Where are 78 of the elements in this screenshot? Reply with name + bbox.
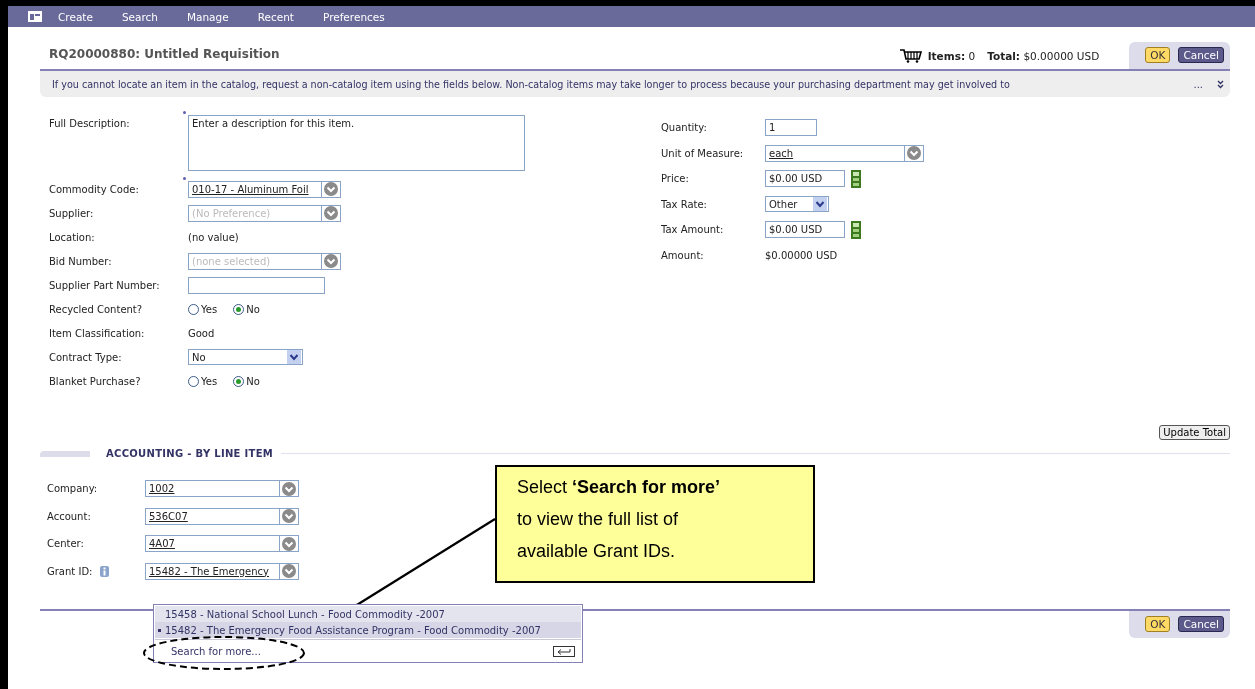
field-label: Blanket Purchase?: [49, 375, 142, 387]
dropdown-option[interactable]: 15458 - National School Lunch - Food Commodity -2007: [155, 606, 581, 622]
field-label: Tax Amount:: [661, 224, 725, 236]
radio-label: No: [246, 303, 260, 315]
requisition-title: RQ20000880: Untitled Requisition: [48, 47, 281, 63]
field-label: Tax Rate:: [661, 198, 708, 210]
dropdown-chevron-icon[interactable]: [904, 145, 923, 162]
price-field[interactable]: $0.00 USD: [765, 170, 845, 188]
radio-label: Yes: [201, 303, 218, 315]
combo-field[interactable]: 010-17 - Aluminum Foil: [188, 180, 341, 198]
dropdown-chevron-icon[interactable]: [279, 508, 298, 525]
enter-key-icon[interactable]: [553, 646, 575, 657]
field-value: Good: [188, 327, 215, 339]
dropdown-chevron-icon[interactable]: [321, 181, 340, 197]
field-label: Supplier Part Number:: [49, 279, 161, 291]
radio-button[interactable]: [188, 375, 199, 387]
calculator-icon[interactable]: [851, 169, 861, 188]
menu-item[interactable]: Recent: [257, 10, 294, 23]
field-label: Item Classification:: [49, 327, 146, 339]
field-label: Location:: [49, 231, 96, 243]
field-label: Full Description:: [49, 117, 131, 129]
price-field[interactable]: $0.00 USD: [765, 221, 845, 239]
field-label: Price:: [661, 173, 690, 185]
combo-field[interactable]: 1002: [145, 480, 299, 498]
field-value: $0.00000 USD: [765, 249, 838, 261]
select-field[interactable]: No: [188, 349, 303, 365]
combo-field[interactable]: 4A07: [145, 535, 299, 553]
text-field[interactable]: 1: [765, 119, 817, 137]
window-icon[interactable]: [28, 11, 42, 22]
dropdown-option[interactable]: 15482 - The Emergency Food Assistance Program - Food Commodity -2007: [155, 622, 581, 638]
section-heading: ACCOUNTING - BY LINE ITEM: [106, 448, 274, 459]
search-for-more-link[interactable]: Search for more...: [171, 646, 261, 657]
radio-label: No: [246, 375, 260, 387]
cart-icon[interactable]: [899, 49, 922, 63]
field-label: Company:: [47, 483, 98, 495]
menu-item[interactable]: Manage: [186, 10, 229, 23]
menu-item[interactable]: Search: [121, 10, 158, 23]
field-label: Recycled Content?: [49, 303, 144, 315]
field-label: Grant ID:: [47, 565, 93, 577]
select-field[interactable]: Other: [765, 196, 829, 213]
description-field[interactable]: Enter a description for this item.: [188, 115, 525, 171]
combo-field[interactable]: 536C07: [145, 507, 299, 525]
cancel-button[interactable]: Cancel: [1178, 616, 1224, 632]
dropdown-chevron-icon[interactable]: [321, 253, 340, 269]
dropdown-chevron-icon[interactable]: [279, 535, 298, 552]
calculator-icon[interactable]: [851, 220, 861, 239]
menu-item[interactable]: Preferences: [323, 10, 385, 23]
menu-item[interactable]: Create: [58, 10, 93, 23]
field-label: Contract Type:: [49, 351, 123, 363]
more-link[interactable]: ...: [1193, 78, 1203, 90]
items-count: Items: 0: [927, 50, 976, 62]
ok-button[interactable]: OK: [1145, 616, 1171, 632]
field-label: Account:: [47, 510, 91, 522]
radio-button[interactable]: [233, 375, 245, 387]
radio-button[interactable]: [233, 303, 245, 315]
total-amount: Total: $0.00000 USD: [987, 50, 1100, 62]
field-label: Supplier:: [49, 207, 95, 219]
dropdown-chevron-icon[interactable]: [279, 480, 298, 497]
dropdown-chevron-icon[interactable]: [279, 563, 298, 580]
cancel-button[interactable]: Cancel: [1178, 47, 1224, 63]
field-label: Amount:: [661, 249, 705, 261]
field-value: (no value): [188, 231, 239, 243]
notice-text: If you cannot locate an item in the catalog, request a non-catalog item using the fields below. Non-catalog items may take longer to process because your purchasing department may get involved to: [52, 78, 1011, 90]
field-label: Commodity Code:: [49, 183, 140, 195]
callout-note: Select ‘Search for more’ to view the full list of available Grant IDs.: [495, 465, 815, 583]
dropdown-chevron-icon[interactable]: [321, 205, 340, 221]
radio-label: Yes: [201, 375, 218, 387]
field-label: Unit of Measure:: [661, 147, 745, 159]
radio-button[interactable]: [188, 303, 199, 315]
combo-field[interactable]: each: [765, 144, 924, 162]
field-label: Quantity:: [661, 122, 708, 134]
update-total-button[interactable]: Update Total: [1159, 425, 1230, 440]
combo-field[interactable]: 15482 - The Emergency: [145, 562, 299, 580]
field-label: Center:: [47, 538, 84, 550]
expand-icon[interactable]: [1217, 79, 1224, 89]
text-field[interactable]: [188, 276, 325, 294]
ok-button[interactable]: OK: [1145, 47, 1171, 63]
field-label: Bid Number:: [49, 255, 113, 267]
